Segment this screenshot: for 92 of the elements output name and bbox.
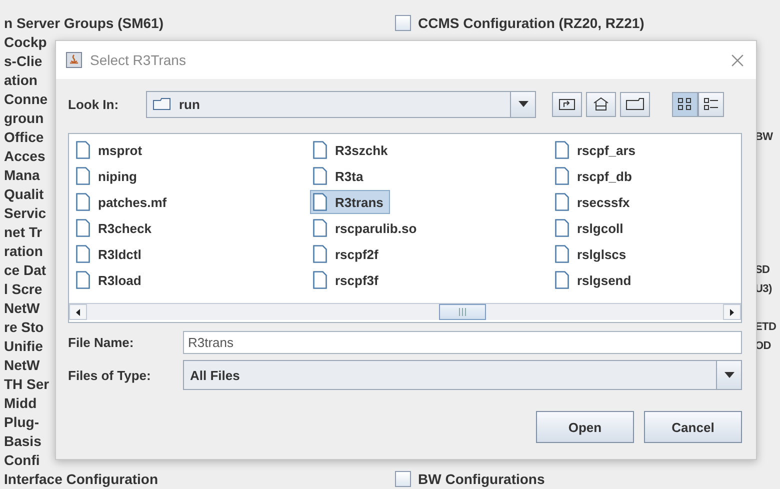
option-label: Plug-	[3, 414, 39, 430]
option-label: n Server Groups (SM61)	[3, 14, 164, 30]
new-folder-button[interactable]	[620, 92, 650, 116]
option-label: ce Dat	[3, 262, 46, 278]
look-in-label: Look In:	[68, 96, 120, 112]
option-label: s-Clie	[3, 52, 42, 68]
file-item[interactable]: rslgcoll	[552, 216, 630, 240]
dropdown-value: run	[178, 96, 201, 112]
file-item[interactable]: niping	[73, 164, 144, 188]
option-label: Unifie	[3, 338, 43, 354]
file-icon	[313, 271, 327, 289]
option-label: Interface Configuration	[3, 470, 158, 486]
option-label: ration	[3, 242, 43, 258]
file-item[interactable]: msprot	[73, 138, 150, 162]
file-icon	[555, 219, 569, 237]
option-label: l Scre	[3, 280, 42, 296]
checkbox[interactable]	[395, 470, 411, 486]
file-item[interactable]: patches.mf	[73, 190, 174, 214]
file-item[interactable]: rscpf3f	[310, 268, 386, 292]
file-item[interactable]: rslglscs	[552, 242, 634, 266]
option-label: NetW	[3, 356, 40, 372]
file-icon	[555, 245, 569, 263]
details-view-button[interactable]	[698, 92, 724, 116]
file-icon	[313, 193, 327, 211]
file-item[interactable]: R3szchk	[310, 138, 395, 162]
option-label: ation	[3, 72, 38, 88]
file-icon	[555, 193, 569, 211]
list-view-button[interactable]	[672, 92, 698, 116]
file-item[interactable]: R3trans	[310, 190, 390, 214]
option-label: Midd	[3, 394, 37, 410]
file-icon	[76, 271, 90, 289]
option-label: Confi	[3, 452, 40, 468]
file-item[interactable]: R3ta	[310, 164, 370, 188]
file-type-label: Files of Type:	[68, 368, 152, 382]
option-label: groun	[3, 110, 44, 126]
option-label: TH Ser	[3, 376, 50, 392]
file-item[interactable]: R3load	[73, 268, 148, 292]
option-label: Mana	[3, 166, 40, 182]
file-item[interactable]: rslgsend	[552, 268, 638, 292]
option-label: Acces	[3, 148, 46, 164]
folder-icon	[626, 98, 644, 110]
list-view-icon	[677, 97, 693, 111]
cancel-button[interactable]: Cancel	[644, 411, 742, 443]
folder-icon	[153, 98, 171, 110]
file-icon	[76, 245, 90, 263]
option-label: Qualit	[3, 186, 44, 202]
option-label: Basis	[3, 432, 42, 448]
file-icon	[313, 167, 327, 185]
file-type-dropdown[interactable]: All Files	[183, 360, 742, 390]
horizontal-scrollbar[interactable]	[69, 303, 741, 320]
file-item[interactable]: rscparulib.so	[310, 216, 424, 240]
file-icon	[313, 141, 327, 159]
close-icon[interactable]	[731, 54, 744, 66]
file-item[interactable]: rscpf2f	[310, 242, 386, 266]
option-label: CCMS Configuration (RZ20, RZ21)	[418, 14, 644, 30]
file-icon	[76, 193, 90, 211]
file-item[interactable]: rscpf_ars	[552, 138, 643, 162]
file-item[interactable]: rscpf_db	[552, 164, 639, 188]
option-label: Conne	[3, 90, 48, 106]
file-icon	[555, 271, 569, 289]
file-icon	[313, 245, 327, 263]
scroll-right-icon[interactable]	[723, 304, 741, 320]
scrollbar-thumb[interactable]	[439, 304, 486, 320]
open-button[interactable]: Open	[536, 411, 634, 443]
file-name-field[interactable]: R3trans	[183, 331, 742, 354]
file-item[interactable]: R3ldctl	[73, 242, 148, 266]
scroll-left-icon[interactable]	[69, 304, 87, 320]
file-icon	[555, 167, 569, 185]
dropdown-value: All Files	[189, 368, 241, 382]
option-label: re Sto	[3, 318, 44, 334]
file-item[interactable]: R3check	[73, 216, 158, 240]
file-name-label: File Name:	[68, 335, 135, 350]
file-item[interactable]: rsecssfx	[552, 190, 637, 214]
file-icon	[76, 219, 90, 237]
file-icon	[76, 141, 90, 159]
option-label: net Tr	[3, 224, 42, 240]
file-icon	[555, 141, 569, 159]
look-in-dropdown[interactable]: run	[146, 90, 536, 118]
up-folder-icon	[559, 98, 575, 110]
option-label: Cockp	[3, 34, 47, 50]
home-button[interactable]	[586, 92, 616, 116]
option-label: NetW	[3, 300, 40, 316]
option-label: Servic	[3, 204, 46, 220]
file-icon	[76, 167, 90, 185]
up-folder-button[interactable]	[552, 92, 582, 116]
details-view-icon	[703, 97, 719, 111]
file-icon	[313, 219, 327, 237]
option-label: Office	[3, 128, 44, 144]
checkbox[interactable]	[395, 14, 411, 30]
home-icon	[593, 97, 609, 111]
option-label: BW Configurations	[418, 470, 545, 486]
window-title: Select R3Trans	[90, 52, 187, 68]
